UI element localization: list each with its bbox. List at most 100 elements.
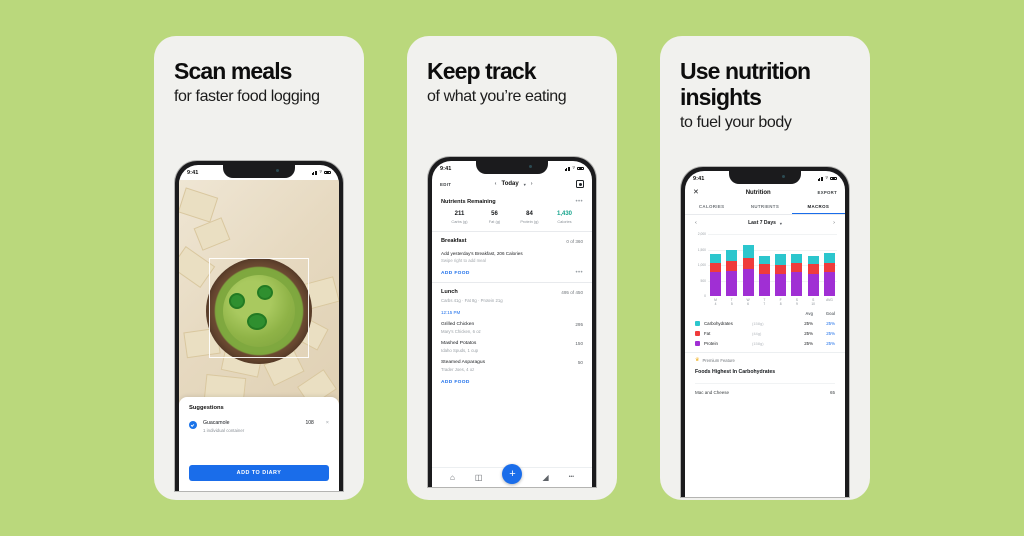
chart-x-tick: AVG <box>826 298 833 302</box>
nutrient-value: 84 <box>526 211 533 217</box>
food-list-item[interactable]: Grilled Chicken Mary’s Chicken, 6 oz 295 <box>441 322 583 334</box>
screenshot-stage: Scan meals for faster food logging 9:41 … <box>0 0 1024 536</box>
feature-card-scan-meals: Scan meals for faster food logging 9:41 … <box>154 36 364 500</box>
chart-bar[interactable] <box>758 255 770 296</box>
chart-bar-segment-carbohydrates <box>807 255 819 264</box>
add-food-row: ADD FOOD ••• <box>441 263 583 276</box>
export-button[interactable]: EXPORT <box>818 190 837 195</box>
signal-icon <box>311 170 318 175</box>
edit-button[interactable]: EDIT <box>440 182 451 187</box>
close-icon[interactable]: × <box>326 420 329 426</box>
meal-macro-breakdown: Carbs 41g · Fat 8g · Protein 21g <box>441 298 503 303</box>
screen-title: Nutrition <box>745 189 771 196</box>
chart-bar-segment-carbohydrates <box>726 250 738 261</box>
nutrient-label: Protein (g) <box>520 219 539 224</box>
chart-bar-segment-protein <box>710 272 721 296</box>
date-selector[interactable]: ‹ Today ▾ › <box>495 181 533 187</box>
suggestion-calories: 108 <box>305 420 314 426</box>
range-label-group[interactable]: Last 7 Days ▾ <box>748 220 782 226</box>
battery-icon <box>324 170 331 175</box>
legend-row-fat[interactable]: Fat (44g) 25% 25% <box>695 330 835 336</box>
food-brand: Idaho Spuds, 1 cup <box>441 348 479 353</box>
suggestion-list-item[interactable]: Guacamole 1 individual container 108 × <box>189 420 329 433</box>
chart-bar[interactable] <box>791 254 803 296</box>
legend-goal: 25% <box>826 330 835 336</box>
nutrient-label: Fat (g) <box>488 219 501 224</box>
chart-bar-segment-protein <box>807 273 819 296</box>
signal-icon <box>817 176 824 181</box>
food-calories: 150 <box>575 341 583 346</box>
meal-suggestion-text[interactable]: Add yesterday’s Breakfast, 206 Calories <box>441 251 583 256</box>
chart-bar-segment-carbohydrates <box>791 254 803 264</box>
meal-header: Breakfast 0 of 360 <box>441 238 583 244</box>
nutrients-remaining-section: Nutrients Remaining ••• <box>432 193 592 205</box>
nutrient-stat: 56 Fat (g) <box>477 211 512 224</box>
chart-y-tick: 500 <box>700 278 706 283</box>
phone-screen: 9:41 ▿ Suggestions Guacamole 1 individua… <box>179 165 339 491</box>
chart-bar[interactable] <box>775 254 787 296</box>
legend-row-carbohydrates[interactable]: Carbohydrates (158g) 25% 25% <box>695 320 835 326</box>
suggestions-heading: Suggestions <box>189 405 224 411</box>
chart-bar[interactable] <box>823 252 835 296</box>
meal-timestamp: 12:15 PM <box>441 310 461 315</box>
premium-title: Foods Highest In Carbohydrates <box>695 368 776 375</box>
close-icon[interactable]: ✕ <box>693 189 699 196</box>
chevron-right-icon[interactable]: › <box>833 220 835 226</box>
chart-bar-segment-fat <box>710 263 721 273</box>
chart-y-tick: 0 <box>704 294 706 298</box>
checkmark-icon[interactable] <box>189 421 197 429</box>
chevron-down-icon[interactable]: ▾ <box>524 182 526 187</box>
home-icon[interactable]: ⌂ <box>450 473 455 482</box>
scan-frame-overlay <box>209 257 309 358</box>
chart-bar-segment-protein <box>775 274 787 296</box>
meal-name: Breakfast <box>441 238 467 244</box>
phone-mockup-diary: 9:41 ▿ EDIT ‹ Today ▾ › Nutrients Remain… <box>428 157 596 487</box>
progress-icon[interactable]: ◢ <box>543 473 549 482</box>
food-calories: 50 <box>577 360 583 365</box>
food-text: Mashed Potatos Idaho Spuds, 1 cup <box>441 341 478 353</box>
card-header: Use nutrition insights to fuel your body <box>660 36 870 132</box>
chevron-right-icon[interactable]: › <box>531 181 533 187</box>
diary-icon[interactable]: ◫ <box>475 473 483 482</box>
suggestion-serving: 1 individual container <box>203 428 245 433</box>
color-swatch-icon <box>695 330 700 336</box>
feature-card-keep-track: Keep track of what you’re eating 9:41 ▿ … <box>407 36 617 500</box>
chevron-left-icon[interactable]: ‹ <box>695 220 697 226</box>
premium-food-value: 65 <box>829 389 835 395</box>
card-subtitle: for faster food logging <box>174 87 320 105</box>
chart-bar[interactable] <box>742 244 754 296</box>
chart-gridline <box>708 234 837 235</box>
premium-food-row[interactable]: Mac and Cheese 65 <box>695 382 835 395</box>
chevron-down-icon[interactable]: ▾ <box>780 221 782 226</box>
chart-bar[interactable] <box>710 253 721 296</box>
food-list-item[interactable]: Mashed Potatos Idaho Spuds, 1 cup 150 <box>441 341 583 353</box>
chart-bar[interactable] <box>726 250 738 296</box>
premium-badge: ♛ Premium Feature <box>695 357 835 363</box>
tab-nutrients[interactable]: NUTRIENTS <box>738 200 791 214</box>
chart-bars <box>708 234 837 296</box>
more-options-icon[interactable]: ••• <box>575 270 583 276</box>
chart-x-tick: F8 <box>779 298 782 307</box>
more-icon[interactable]: ••• <box>569 475 574 480</box>
add-food-button[interactable]: ADD FOOD <box>441 380 583 385</box>
meal-section-breakfast: Breakfast 0 of 360 Add yesterday’s Break… <box>432 231 592 282</box>
food-list-item[interactable]: Steamed Asparagus Trader Joes, 4 oz 50 <box>441 360 583 372</box>
chevron-left-icon[interactable]: ‹ <box>495 181 497 187</box>
more-options-icon[interactable]: ••• <box>575 199 583 205</box>
chart-y-tick: 1,000 <box>697 263 706 267</box>
chart-bar-segment-fat <box>758 263 770 274</box>
suggestion-text: Guacamole 1 individual container <box>203 420 244 433</box>
chart-bar[interactable] <box>807 255 819 296</box>
calendar-icon[interactable] <box>575 180 584 188</box>
food-text: Grilled Chicken Mary’s Chicken, 6 oz <box>441 322 481 334</box>
add-to-diary-button[interactable]: ADD TO DIARY <box>189 465 329 481</box>
legend-row-protein[interactable]: Protein (158g) 25% 25% <box>695 340 835 346</box>
tab-calories[interactable]: CALORIES <box>685 200 738 214</box>
add-entry-button[interactable]: + <box>502 464 523 484</box>
front-camera-icon <box>276 169 279 172</box>
card-header: Keep track of what you’re eating <box>407 36 617 106</box>
date-range-selector: ‹ Last 7 Days ▾ › <box>685 215 845 231</box>
macros-legend-table: Avg Goal Carbohydrates (158g) 25% 25% Fa… <box>685 307 845 348</box>
tab-macros[interactable]: MACROS <box>791 200 845 214</box>
add-food-button[interactable]: ADD FOOD <box>441 271 470 276</box>
